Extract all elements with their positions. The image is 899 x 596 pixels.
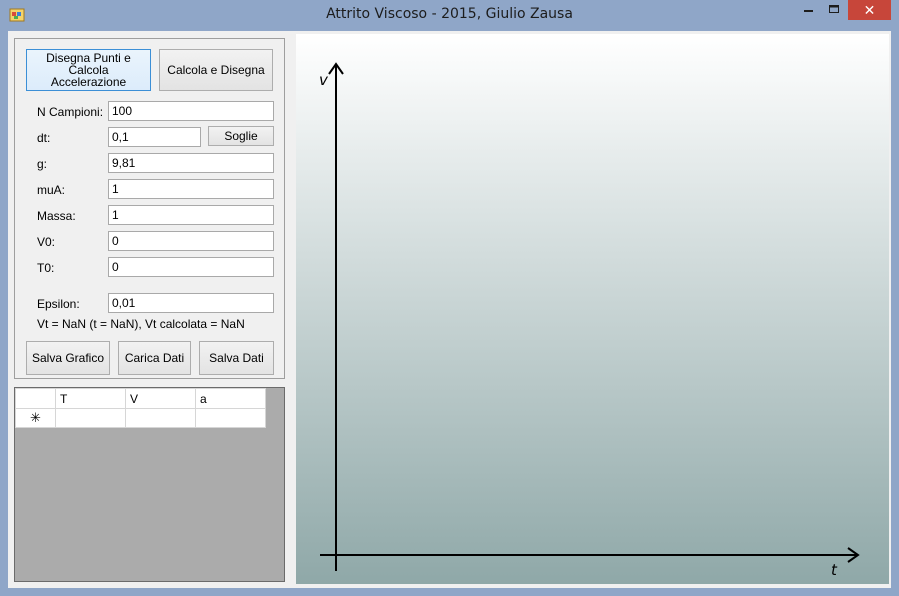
n-samples-input[interactable]: 100 bbox=[108, 101, 274, 121]
parameters-panel: Disegna Punti e Calcola Accelerazione Ca… bbox=[14, 38, 285, 379]
x-axis-label: t bbox=[831, 561, 837, 579]
compute-draw-button[interactable]: Calcola e Disegna bbox=[159, 49, 273, 91]
mass-label: Massa: bbox=[37, 209, 76, 223]
mass-input[interactable]: 1 bbox=[108, 205, 274, 225]
t0-label: T0: bbox=[37, 261, 55, 275]
save-data-button[interactable]: Salva Dati bbox=[199, 341, 274, 375]
v0-label: V0: bbox=[37, 235, 56, 249]
terminal-velocity-status: Vt = NaN (t = NaN), Vt calcolata = NaN bbox=[37, 317, 245, 331]
column-header-a[interactable]: a bbox=[195, 388, 266, 409]
t0-input[interactable]: 0 bbox=[108, 257, 274, 277]
row-header-corner[interactable] bbox=[15, 388, 56, 409]
g-input[interactable]: 9,81 bbox=[108, 153, 274, 173]
app-window: Attrito Viscoso - 2015, Giulio Zausa ✕ D… bbox=[0, 0, 899, 596]
window-title: Attrito Viscoso - 2015, Giulio Zausa bbox=[326, 6, 573, 22]
mua-label: muA: bbox=[37, 183, 66, 197]
save-chart-button[interactable]: Salva Grafico bbox=[26, 341, 110, 375]
client-area: Disegna Punti e Calcola Accelerazione Ca… bbox=[8, 31, 891, 588]
plot-axes bbox=[320, 62, 860, 571]
epsilon-label: Epsilon: bbox=[37, 297, 80, 311]
g-label: g: bbox=[37, 157, 48, 171]
maximize-icon bbox=[829, 5, 839, 13]
y-axis-label: v bbox=[319, 71, 328, 89]
new-row-icon[interactable]: ✳ bbox=[15, 408, 56, 428]
thresholds-button[interactable]: Soglie bbox=[208, 126, 274, 146]
dt-label: dt: bbox=[37, 131, 51, 145]
cell-t[interactable] bbox=[55, 408, 126, 428]
table-row[interactable]: ✳ bbox=[15, 408, 266, 428]
mua-input[interactable]: 1 bbox=[108, 179, 274, 199]
draw-points-button[interactable]: Disegna Punti e Calcola Accelerazione bbox=[26, 49, 151, 91]
dt-input[interactable]: 0,1 bbox=[108, 127, 201, 147]
column-header-t[interactable]: T bbox=[55, 388, 126, 409]
close-button[interactable]: ✕ bbox=[848, 0, 891, 20]
maximize-button[interactable] bbox=[821, 0, 847, 20]
title-bar[interactable]: Attrito Viscoso - 2015, Giulio Zausa ✕ bbox=[0, 0, 899, 30]
column-header-v[interactable]: V bbox=[125, 388, 196, 409]
epsilon-input[interactable]: 0,01 bbox=[108, 293, 274, 313]
close-icon: ✕ bbox=[863, 2, 876, 18]
minimize-icon bbox=[804, 10, 813, 12]
minimize-button[interactable] bbox=[795, 0, 821, 20]
plot-area[interactable]: v t bbox=[296, 34, 889, 584]
grid-header-row: T V a bbox=[15, 388, 266, 409]
v0-input[interactable]: 0 bbox=[108, 231, 274, 251]
load-data-button[interactable]: Carica Dati bbox=[118, 341, 191, 375]
cell-v[interactable] bbox=[125, 408, 196, 428]
data-grid[interactable]: T V a ✳ bbox=[14, 387, 285, 582]
cell-a[interactable] bbox=[195, 408, 266, 428]
n-samples-label: N Campioni: bbox=[37, 105, 104, 119]
